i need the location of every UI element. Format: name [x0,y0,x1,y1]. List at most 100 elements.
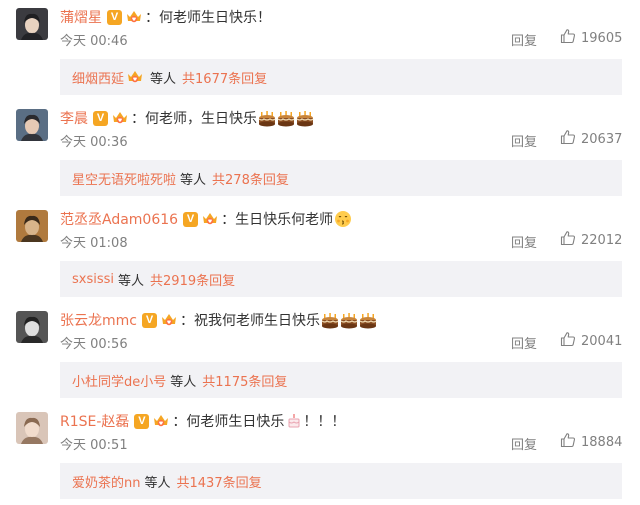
like-button[interactable]: 22012 [560,230,622,250]
cake-icon [321,311,339,329]
avatar[interactable] [16,8,48,40]
verified-badge: V [134,413,150,429]
vip-crown-icon: ♥ [126,69,144,85]
avatar[interactable] [16,109,48,141]
reply-button[interactable]: 回复 [511,232,537,251]
comment-line: R1SE-赵磊 V ♥ ：何老师生日快乐 ！！！ [60,410,345,432]
vip-crown-icon: ♥ [125,9,143,25]
avatar[interactable] [16,210,48,242]
reply-button[interactable]: 回复 [511,131,537,150]
thumbs-up-icon[interactable] [560,129,581,149]
colon-separator: ： [172,414,187,430]
like-count: 20637 [581,131,623,147]
thumbs-up-icon[interactable] [560,230,581,250]
avatar[interactable] [16,412,48,444]
svg-text:♥: ♥ [133,77,138,83]
reply-button[interactable]: 回复 [511,333,537,352]
cake-icon [340,311,358,329]
sub-replies-box[interactable]: 小杜同学de小号 等人 共1175条回复 [60,362,622,398]
sub-reply-others: 等人 [150,71,177,87]
view-all-replies-link[interactable]: 共2919条回复 [150,270,235,289]
comment-time: 今天 00:51 [60,438,128,453]
sub-reply-user[interactable]: sxsissi [72,272,114,287]
svg-text:♥: ♥ [132,17,137,23]
like-count: 19605 [581,30,623,46]
sub-reply-others: 等人 [180,172,207,188]
comment-text: 祝我何老师生日快乐 [193,313,320,329]
like-button[interactable]: 20041 [560,331,622,351]
vip-crown-icon: ♥ [160,312,178,328]
username-link[interactable]: 李晨 [60,108,88,128]
sub-reply-user[interactable]: 爱奶茶的nn [72,472,140,491]
sub-reply-others: 等人 [118,273,145,289]
like-count: 18884 [581,434,623,450]
avatar[interactable] [16,311,48,343]
comment-line: 范丞丞Adam0616 V ♥ ：生日快乐何老师 [60,208,352,230]
sub-replies-box[interactable]: sxsissi 等人 共2919条回复 [60,261,622,297]
comment-list: 蒲熠星 V ♥：何老师生日快乐！ 今天 00:46 回复 19605 细烟西延 ♥ 等人 共167… [0,0,640,505]
reply-button[interactable]: 回复 [511,30,537,49]
sub-reply-user[interactable]: 细烟西延 [72,68,124,87]
verified-badge: V [107,9,122,25]
comment-time: 今天 00:56 [60,337,128,352]
comment-time: 今天 00:36 [60,135,128,150]
view-all-replies-link[interactable]: 共1175条回复 [202,371,287,390]
comment-line: 蒲熠星 V ♥ ：何老师生日快乐！ [60,6,271,28]
comment-time: 今天 00:46 [60,34,128,49]
sub-reply-user[interactable]: 小杜同学de小号 [72,371,166,390]
comment-item: 蒲熠星 V ♥ ：何老师生日快乐！ 今天 00:46 回复 19605 细烟西延 ♥ 等人 共167… [0,0,640,101]
small-cake-icon [285,412,303,430]
username-link[interactable]: 蒲熠星 [60,7,102,27]
comment-item: 李晨 V ♥ ：何老师，生日快乐今天 00:36 回复 20637 星空无语死啦死啦 等人 共2… [0,101,640,202]
username-link[interactable]: R1SE-赵磊 [60,411,129,431]
sub-replies-box[interactable]: 爱奶茶的nn 等人 共1437条回复 [60,463,622,499]
sub-reply-user[interactable]: 星空无语死啦死啦 [72,169,176,188]
view-all-replies-link[interactable]: 共1677条回复 [182,68,267,87]
vip-crown-icon: ♥ [201,211,219,227]
like-button[interactable]: 20637 [560,129,622,149]
verified-badge: V [141,312,157,328]
thumbs-up-icon[interactable] [560,432,581,452]
username-link[interactable]: 张云龙mmc [60,310,137,330]
cake-icon [277,109,295,127]
comment-item: 张云龙mmc V ♥ ：祝我何老师生日快乐今天 00:56 回复 20041 小杜同学de小… [0,303,640,404]
comment-item: 范丞丞Adam0616 V ♥ ：生日快乐何老师今天 01:08 回复 22012 sxsi… [0,202,640,303]
svg-text:♥: ♥ [167,320,172,326]
view-all-replies-link[interactable]: 共1437条回复 [177,472,262,491]
svg-text:♥: ♥ [159,421,164,427]
comment-text: 何老师，生日快乐 [145,111,257,127]
comment-text: 生日快乐何老师 [235,212,334,228]
sub-reply-others: 等人 [170,374,197,390]
view-all-replies-link[interactable]: 共278条回复 [212,169,289,188]
sub-reply-others: 等人 [144,475,171,491]
comment-text: 何老师生日快乐！ [159,10,271,26]
comment-text: 何老师生日快乐 [186,414,285,430]
username-link[interactable]: 范丞丞Adam0616 [60,209,178,229]
comment-line: 李晨 V ♥ ：何老师，生日快乐 [60,107,314,129]
sub-replies-box[interactable]: 星空无语死啦死啦 等人 共278条回复 [60,160,622,196]
verified-badge: V [93,110,108,126]
comment-line: 张云龙mmc V ♥ ：祝我何老师生日快乐 [60,309,377,331]
cake-icon [296,109,314,127]
reply-button[interactable]: 回复 [511,434,537,453]
colon-separator: ： [131,111,145,127]
svg-text:♥: ♥ [208,219,213,225]
cake-icon [258,109,276,127]
comment-item: R1SE-赵磊 V ♥ ：何老师生日快乐 ！！！ 今天 00:51 回复 18884 爱奶茶的n… [0,404,640,505]
kiss-face-icon [334,210,352,228]
colon-separator: ： [221,212,236,228]
vip-crown-icon: ♥ [111,110,129,126]
cake-icon [359,311,377,329]
comment-time: 今天 01:08 [60,236,128,251]
like-button[interactable]: 19605 [560,28,622,48]
sub-replies-box[interactable]: 细烟西延 ♥ 等人 共1677条回复 [60,59,622,95]
like-button[interactable]: 18884 [560,432,622,452]
colon-separator: ： [145,10,159,26]
vip-crown-icon: ♥ [152,413,170,429]
comment-text-suffix: ！！！ [303,414,346,430]
thumbs-up-icon[interactable] [560,331,581,351]
colon-separator: ： [179,313,194,329]
verified-badge: V [183,211,199,227]
like-count: 22012 [581,232,623,248]
thumbs-up-icon[interactable] [560,28,581,48]
